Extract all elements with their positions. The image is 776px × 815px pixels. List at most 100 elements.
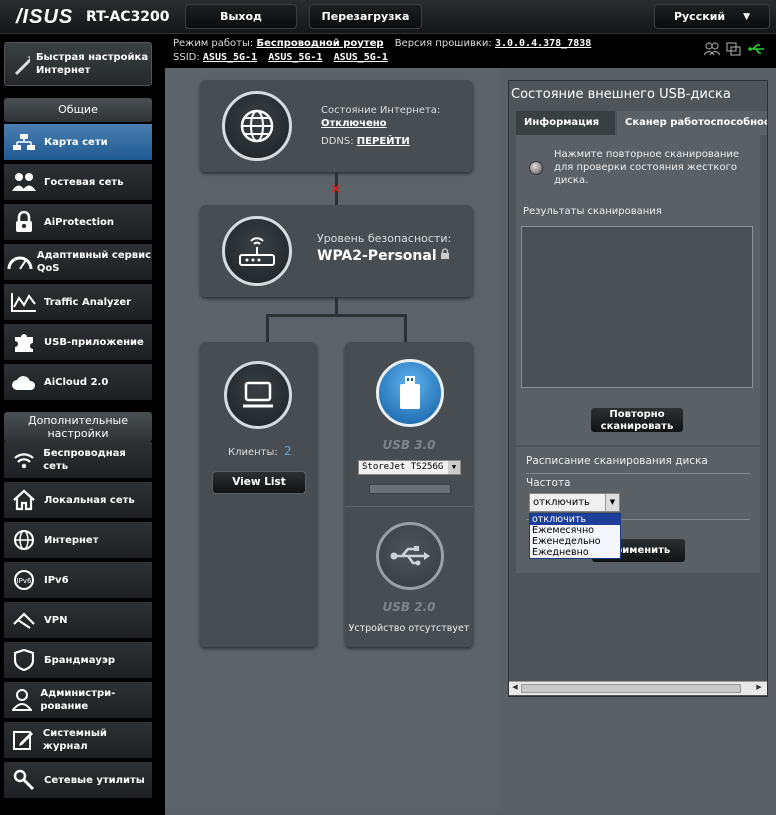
sidebar-item-label: Адаптивный сервис QoS bbox=[36, 250, 152, 274]
disconnected-icon: × bbox=[330, 181, 342, 197]
sidebar-item-guest-network[interactable]: Гостевая сеть bbox=[4, 164, 152, 202]
lock-icon bbox=[441, 248, 449, 259]
mode-label: Режим работы: bbox=[173, 38, 254, 49]
sidebar-item-network-tools[interactable]: Сетевые утилиты bbox=[4, 762, 152, 800]
sidebar-item-label: Локальная сеть bbox=[44, 494, 135, 506]
sidebar-item-label: Системный журнал bbox=[42, 728, 107, 752]
sidebar-item-traffic-analyzer[interactable]: Traffic Analyzer bbox=[4, 284, 152, 322]
language-value: Русский bbox=[673, 10, 726, 23]
internet-status-label: Состояние Интернета: bbox=[321, 105, 441, 116]
log-icon bbox=[13, 731, 34, 750]
router-button[interactable] bbox=[222, 216, 292, 286]
scan-hint-text: Нажмите повторное сканирование для прове… bbox=[554, 149, 740, 186]
sidebar-item-ipv6[interactable]: IPv6 IPv6 bbox=[4, 562, 152, 600]
sidebar-item-usb-app[interactable]: USB-приложение bbox=[4, 324, 152, 362]
view-list-button[interactable]: View List bbox=[212, 471, 306, 494]
puzzle-icon bbox=[15, 334, 33, 352]
clients-label: Клиенты: bbox=[228, 447, 278, 458]
usb20-button[interactable] bbox=[376, 522, 444, 590]
frequency-option[interactable]: отключить bbox=[530, 514, 620, 525]
scroll-left-icon[interactable]: ◀ bbox=[510, 683, 520, 694]
sidebar-item-label: Карта сети bbox=[44, 136, 108, 148]
usb30-device-value: StoreJet TS256G bbox=[362, 462, 444, 472]
speedometer-icon bbox=[7, 256, 33, 270]
mode-link[interactable]: Беспроводной роутер bbox=[256, 38, 383, 49]
copy-icon[interactable] bbox=[726, 42, 742, 56]
clients-icon[interactable] bbox=[704, 42, 720, 56]
frequency-select[interactable]: отключить ▼ bbox=[529, 493, 620, 512]
ddns-link[interactable]: ПЕРЕЙТИ bbox=[357, 136, 410, 147]
scrollbar-thumb[interactable] bbox=[521, 684, 741, 693]
frequency-option[interactable]: Ежедневно bbox=[530, 547, 620, 558]
monitor-icon bbox=[243, 381, 273, 408]
home-icon bbox=[13, 489, 35, 511]
shield-icon bbox=[14, 649, 34, 671]
ssid-link[interactable]: ASUS_5G-1 bbox=[268, 52, 322, 63]
scanner-section: Нажмите повторное сканирование для прове… bbox=[516, 135, 760, 445]
sidebar-item-firewall[interactable]: Брандмауэр bbox=[4, 642, 152, 680]
frequency-option[interactable]: Ежемесячно bbox=[530, 525, 620, 536]
internet-status-card[interactable]: Состояние Интернета: Отключено DDNS: ПЕР… bbox=[200, 80, 473, 172]
sidebar-item-system-log[interactable]: Системный журнал bbox=[4, 722, 152, 760]
globe-icon bbox=[240, 109, 274, 143]
ssid-link[interactable]: ASUS_5G-1 bbox=[203, 52, 257, 63]
sidebar-item-qos[interactable]: Адаптивный сервис QoS bbox=[4, 244, 152, 282]
reboot-button[interactable]: Перезагрузка bbox=[309, 4, 422, 29]
sidebar-item-label: VPN bbox=[44, 614, 68, 626]
ssid-link[interactable]: ASUS_5G-1 bbox=[334, 52, 388, 63]
clients-button[interactable] bbox=[224, 361, 292, 429]
usb-icon[interactable] bbox=[748, 42, 766, 56]
frequency-value: отключить bbox=[533, 497, 590, 508]
sidebar-item-wireless[interactable]: Беспроводная сеть bbox=[4, 442, 152, 480]
lock-icon bbox=[16, 211, 32, 232]
sidebar-item-label: USB-приложение bbox=[44, 336, 144, 348]
panel-title: Состояние внешнего USB-диска bbox=[511, 87, 731, 102]
info-bar: Режим работы: Беспроводной роутер Версия… bbox=[165, 34, 776, 68]
asus-logo: /ISUS bbox=[16, 6, 74, 28]
usb30-device-select[interactable]: StoreJet TS256G ▼ bbox=[358, 460, 461, 475]
chevron-down-icon: ▼ bbox=[605, 494, 619, 511]
ddns-label: DDNS: bbox=[321, 136, 354, 147]
divider bbox=[345, 506, 473, 507]
sidebar-item-aiprotection[interactable]: AiProtection bbox=[4, 204, 152, 242]
sidebar-item-lan[interactable]: Локальная сеть bbox=[4, 482, 152, 520]
schedule-title: Расписание сканирования диска bbox=[526, 455, 708, 467]
sidebar-item-label: IPv6 bbox=[44, 574, 69, 586]
frequency-option[interactable]: Еженедельно bbox=[530, 536, 620, 547]
usb20-status: Устройство отсутствует bbox=[348, 623, 470, 634]
clients-card: Клиенты: 2 View List bbox=[200, 342, 317, 647]
sidebar-item-administration[interactable]: Администри-рование bbox=[4, 682, 152, 720]
tab-health-scanner[interactable]: Сканер работоспособности bbox=[617, 111, 767, 135]
sidebar-item-label: AiCloud 2.0 bbox=[44, 376, 109, 388]
sidebar-item-vpn[interactable]: VPN bbox=[4, 602, 152, 640]
sidebar: Быстрая настройка Интернет Общие Карта с… bbox=[0, 34, 160, 815]
scroll-right-icon[interactable]: ▶ bbox=[754, 683, 764, 694]
connector-line bbox=[266, 314, 407, 317]
router-card[interactable]: Уровень безопасности: WPA2-Personal bbox=[200, 205, 473, 297]
sidebar-item-internet[interactable]: Интернет bbox=[4, 522, 152, 560]
user-icon bbox=[12, 689, 33, 711]
tools-icon bbox=[13, 769, 35, 791]
sidebar-item-label: Беспроводная сеть bbox=[43, 448, 126, 472]
wireless-icon bbox=[13, 453, 34, 469]
magic-wand-icon bbox=[14, 56, 30, 76]
horizontal-scrollbar[interactable]: ◀ ▶ bbox=[509, 681, 767, 695]
sidebar-item-label: Интернет bbox=[44, 534, 99, 546]
sidebar-item-aicloud[interactable]: AiCloud 2.0 bbox=[4, 364, 152, 402]
usb30-disk-button[interactable] bbox=[376, 359, 444, 427]
internet-status-link[interactable]: Отключено bbox=[321, 118, 387, 129]
tab-information[interactable]: Информация bbox=[516, 111, 615, 135]
security-value: WPA2-Personal bbox=[317, 248, 437, 264]
network-map-icon bbox=[13, 134, 35, 150]
rescan-button[interactable]: Повторно сканировать bbox=[590, 407, 684, 433]
firmware-link[interactable]: 3.0.0.4.378_7838 bbox=[495, 38, 591, 49]
quick-setup-button[interactable]: Быстрая настройка Интернет bbox=[4, 42, 152, 86]
internet-globe-button[interactable] bbox=[222, 91, 292, 161]
guest-network-icon bbox=[12, 173, 36, 191]
model-name: RT-AC3200 bbox=[86, 9, 170, 25]
sidebar-item-network-map[interactable]: Карта сети bbox=[4, 124, 152, 162]
language-select[interactable]: Русский ▼ bbox=[654, 4, 770, 29]
logout-button[interactable]: Выход bbox=[185, 4, 297, 29]
general-section-header: Общие bbox=[4, 98, 152, 122]
sidebar-item-label: Сетевые утилиты bbox=[44, 774, 145, 786]
